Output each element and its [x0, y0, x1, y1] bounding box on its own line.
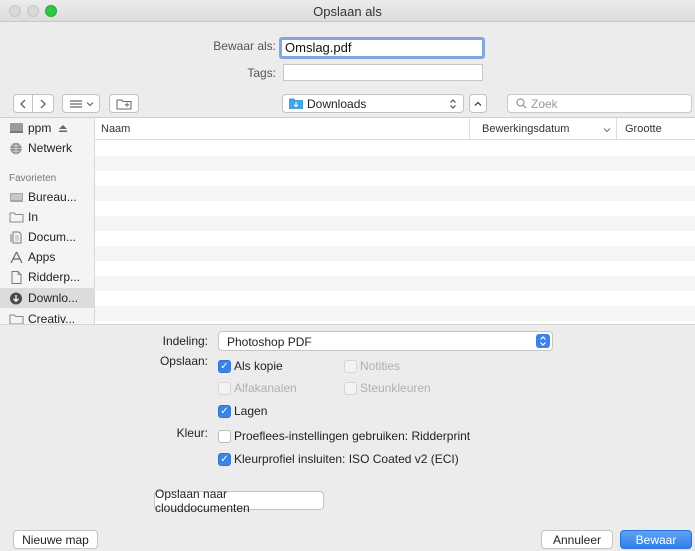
chevron-left-icon [20, 99, 26, 108]
column-divider [469, 118, 470, 140]
column-modified-date[interactable]: Bewerkingsdatum [482, 123, 569, 135]
downloads-icon [10, 292, 22, 304]
save-to-cloud-button[interactable]: Opslaan naar clouddocumenten [154, 487, 324, 515]
chevron-down-icon [86, 101, 93, 106]
alpha-channels-checkbox [218, 382, 231, 395]
document-icon [11, 270, 22, 284]
sidebar-item-label: Netwerk [28, 141, 73, 155]
search-field[interactable]: Zoek [507, 94, 692, 113]
back-button[interactable] [13, 94, 33, 113]
column-size[interactable]: Grootte [625, 123, 662, 135]
forward-button[interactable] [32, 94, 54, 113]
list-row-stripe [95, 276, 695, 291]
column-divider [616, 118, 617, 140]
sidebar: ppm Netwerk Favorieten Bureau... In Docu… [0, 118, 95, 324]
format-label: Indeling: [162, 334, 208, 348]
sidebar-item-label: Bureau... [28, 190, 77, 204]
cancel-button[interactable]: Annuleer [541, 530, 613, 549]
list-view-icon [69, 99, 82, 108]
title-bar: Opslaan als [0, 0, 695, 22]
embed-color-profile-label: Kleurprofiel insluiten: ISO Coated v2 (E… [234, 452, 459, 466]
layers-label: Lagen [234, 404, 268, 418]
layers-checkbox[interactable]: ✓ [218, 405, 231, 418]
list-row-stripe [95, 246, 695, 261]
location-popup[interactable]: Downloads [282, 94, 464, 113]
spot-colors-label: Steunkleuren [360, 381, 431, 395]
sidebar-item-apps[interactable]: Apps [0, 247, 94, 267]
as-copy-label: Als kopie [234, 359, 283, 373]
hard-drive-icon [10, 122, 23, 133]
sidebar-item-network[interactable]: Netwerk [0, 138, 94, 158]
sidebar-item-label: Creativ... [28, 312, 76, 324]
as-copy-checkbox[interactable]: ✓ [218, 360, 231, 373]
save-fields-area: Bewaar als: Omslag.pdf Tags: [0, 22, 695, 90]
color-label: Kleur: [176, 426, 208, 440]
format-popup[interactable]: Photoshop PDF [218, 331, 553, 351]
proof-setup-checkbox[interactable] [218, 430, 231, 443]
tags-label: Tags: [247, 66, 276, 80]
location-label: Downloads [307, 97, 367, 111]
collapse-dialog-button[interactable] [469, 94, 487, 113]
format-value: Photoshop PDF [227, 335, 312, 349]
bottom-bar: Nieuwe map Annuleer Bewaar [0, 527, 695, 551]
filename-input[interactable]: Omslag.pdf [279, 37, 485, 59]
network-globe-icon [10, 142, 22, 154]
desktop-folder-icon [10, 192, 23, 202]
save-options-label: Opslaan: [159, 354, 208, 368]
favorites-heading: Favorieten [9, 173, 57, 184]
list-row-stripe [95, 186, 695, 201]
sidebar-item-ridderprint[interactable]: Ridderp... [0, 267, 94, 287]
up-down-chevron-icon [540, 336, 546, 346]
new-folder-icon [116, 99, 132, 109]
embed-color-profile-checkbox[interactable]: ✓ [218, 453, 231, 466]
chevron-right-icon [40, 99, 46, 108]
save-button[interactable]: Bewaar [620, 530, 692, 549]
sidebar-item-documents[interactable]: Docum... [0, 227, 94, 247]
notes-label: Notities [360, 359, 401, 373]
sidebar-item-label: ppm [28, 121, 52, 135]
search-placeholder: Zoek [531, 97, 558, 111]
up-down-chevron-icon [450, 99, 456, 109]
sidebar-item-label: In [28, 210, 39, 224]
popup-arrows [536, 334, 550, 348]
applications-icon [10, 251, 23, 263]
file-list[interactable]: Naam Bewerkingsdatum Grootte [95, 118, 695, 324]
list-row-stripe [95, 156, 695, 171]
sidebar-item-in[interactable]: In [0, 207, 94, 227]
sidebar-item-downloads[interactable]: Downlo... [0, 288, 94, 308]
eject-icon[interactable] [58, 124, 68, 133]
toolbar: Downloads Zoek [0, 90, 695, 118]
sidebar-item-ppm[interactable]: ppm [0, 118, 94, 138]
window-title: Opslaan als [313, 4, 382, 19]
documents-icon [10, 231, 22, 243]
new-folder-toolbar-button[interactable] [109, 94, 139, 113]
save-options-panel: Indeling: Photoshop PDF Opslaan: ✓ Als k… [0, 324, 695, 527]
chevron-up-icon [474, 101, 482, 106]
sidebar-item-creative[interactable]: Creativ... [0, 309, 94, 324]
downloads-folder-icon [289, 98, 303, 109]
column-name[interactable]: Naam [101, 123, 130, 135]
list-row-stripe [95, 306, 695, 321]
new-folder-button[interactable]: Nieuwe map [13, 530, 98, 549]
file-list-header: Naam Bewerkingsdatum Grootte [95, 118, 695, 140]
alpha-channels-label: Alfakanalen [234, 381, 297, 395]
folder-icon [9, 212, 24, 222]
tags-input[interactable] [283, 64, 483, 81]
sidebar-item-label: Apps [28, 250, 56, 264]
spot-colors-checkbox [344, 382, 357, 395]
folder-icon [9, 314, 24, 324]
search-icon [516, 98, 527, 109]
list-row-stripe [95, 216, 695, 231]
notes-checkbox [344, 360, 357, 373]
sidebar-item-label: Downlo... [28, 291, 79, 305]
sort-chevron-down-icon [603, 128, 611, 133]
sidebar-item-label: Docum... [28, 230, 77, 244]
proof-setup-label: Proeflees-instellingen gebruiken: Ridder… [234, 429, 471, 443]
view-options-button[interactable] [62, 94, 100, 113]
save-as-label: Bewaar als: [213, 39, 276, 53]
sidebar-item-desktop[interactable]: Bureau... [0, 187, 94, 207]
sidebar-item-label: Ridderp... [28, 270, 81, 284]
